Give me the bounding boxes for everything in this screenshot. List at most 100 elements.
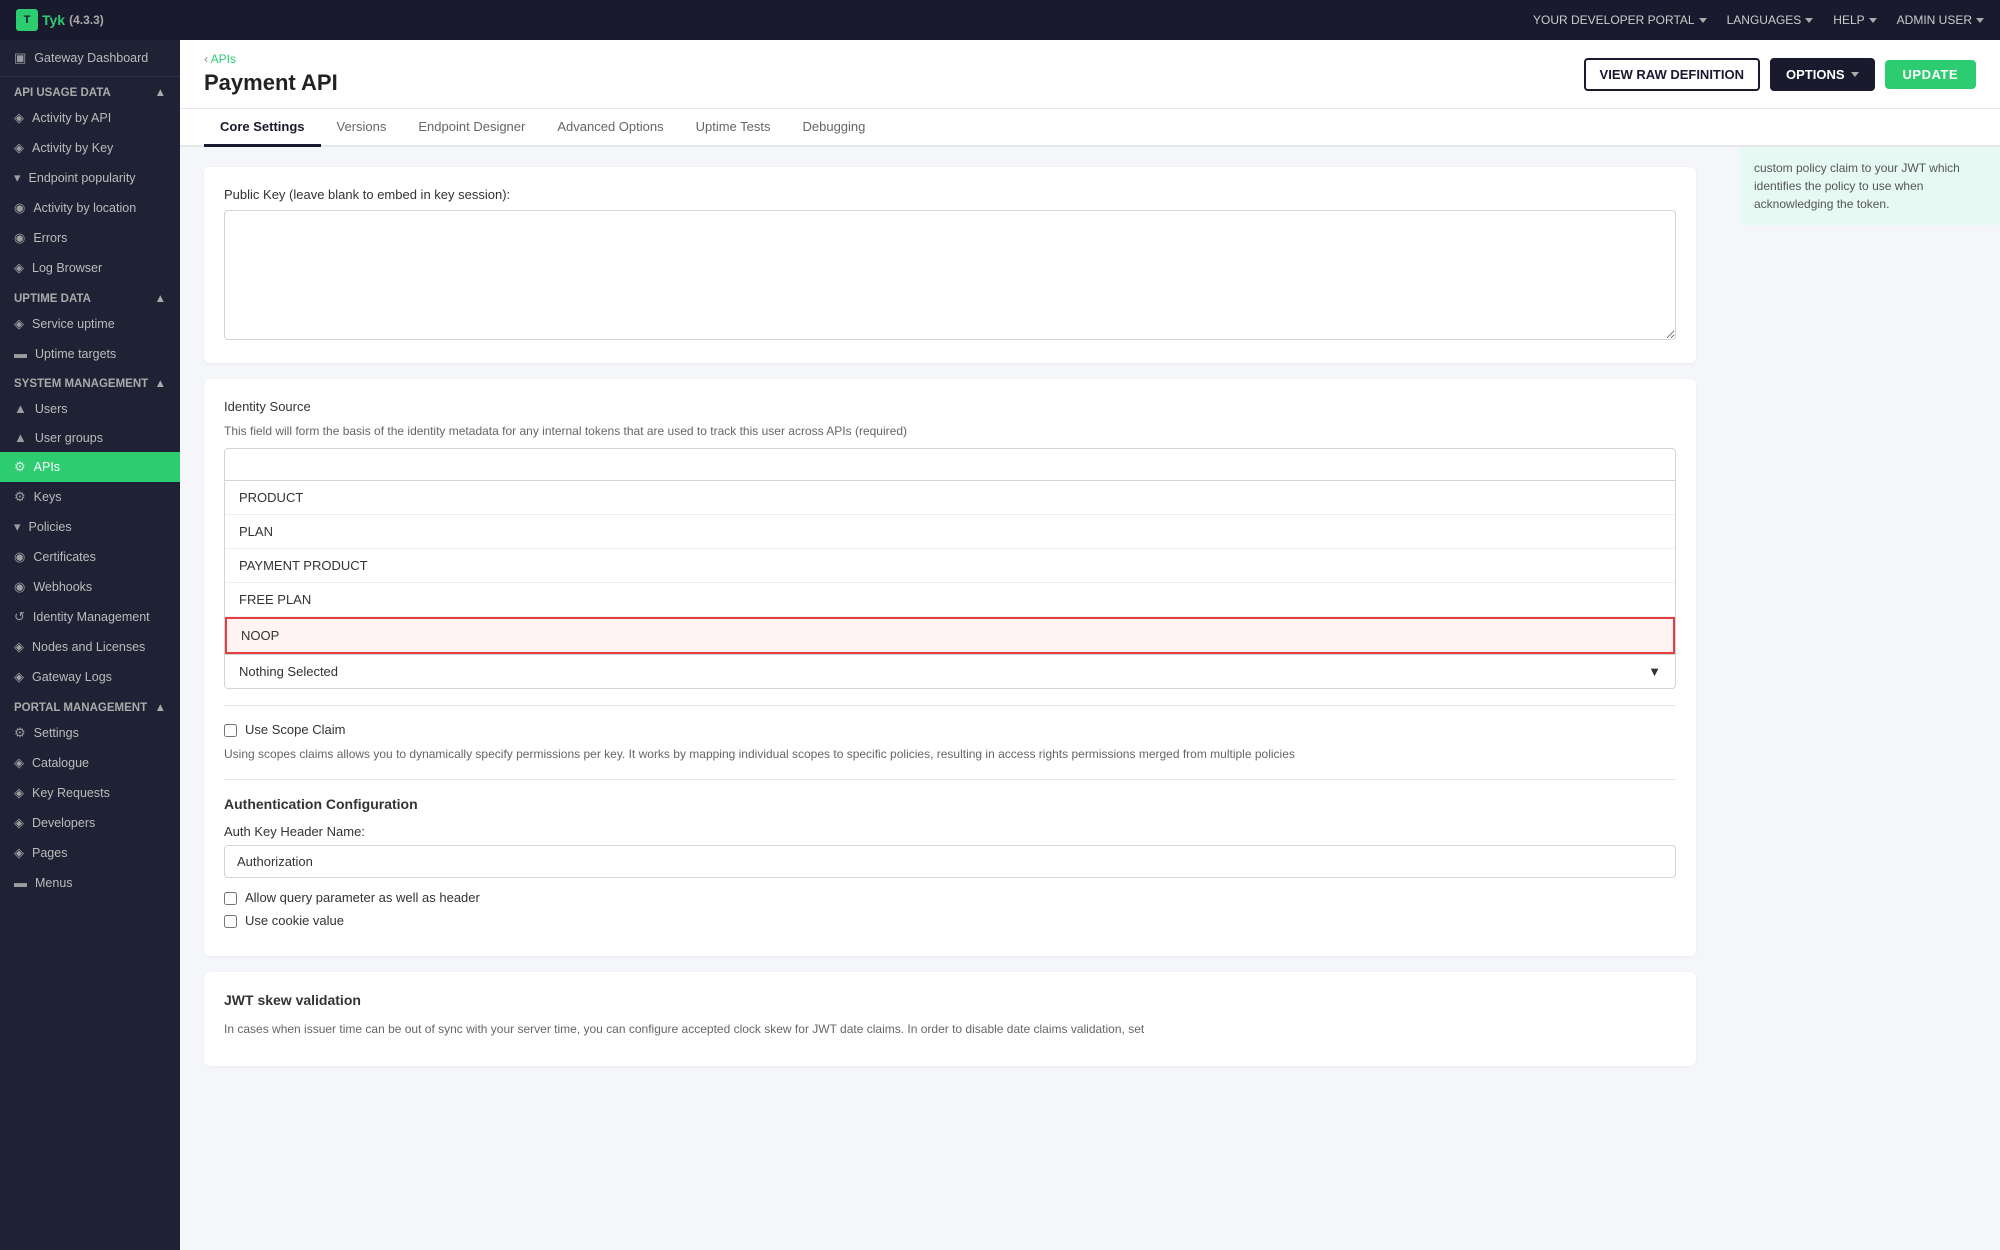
portal-collapse-icon: ▲ [155, 702, 166, 714]
sidebar-item-activity-key[interactable]: ◈ Activity by Key [0, 133, 180, 163]
allow-query-param-label[interactable]: Allow query parameter as well as header [245, 890, 480, 905]
endpoint-icon: ▾ [14, 170, 21, 186]
options-button[interactable]: OPTIONS [1770, 58, 1875, 91]
sidebar-item-nodes-licenses[interactable]: ◈ Nodes and Licenses [0, 632, 180, 662]
tyk-logo: T Tyk (4.3.3) [16, 9, 104, 31]
dropdown-option-payment-product[interactable]: PAYMENT PRODUCT [225, 549, 1675, 583]
sidebar-item-activity-location[interactable]: ◉ Activity by location [0, 193, 180, 223]
page-title: Payment API [204, 70, 338, 96]
tab-advanced-options[interactable]: Advanced Options [541, 109, 679, 147]
use-scope-claim-label[interactable]: Use Scope Claim [245, 722, 345, 737]
view-raw-button[interactable]: VIEW RAW DEFINITION [1584, 58, 1760, 91]
content-with-panel: Public Key (leave blank to embed in key … [180, 147, 2000, 1102]
user-groups-icon: ▲ [14, 430, 27, 445]
sidebar-item-settings[interactable]: ⚙ Settings [0, 718, 180, 748]
sidebar-item-policies[interactable]: ▾ Policies [0, 512, 180, 542]
allow-query-param-checkbox[interactable] [224, 892, 237, 905]
use-scope-claim-checkbox[interactable] [224, 724, 237, 737]
sidebar-item-menus[interactable]: ▬ Menus [0, 868, 180, 897]
sidebar-item-users[interactable]: ▲ Users [0, 394, 180, 423]
portal-chevron-icon [1699, 18, 1707, 23]
sidebar-item-catalogue[interactable]: ◈ Catalogue [0, 748, 180, 778]
sidebar-item-gateway-dashboard[interactable]: ▣ Gateway Dashboard [0, 40, 180, 77]
uptime-targets-icon: ▬ [14, 346, 27, 361]
identity-source-label: Identity Source [224, 399, 1676, 414]
admin-chevron-icon [1976, 18, 1984, 23]
tab-debugging[interactable]: Debugging [787, 109, 882, 147]
sidebar-item-user-groups[interactable]: ▲ User groups [0, 423, 180, 452]
system-collapse-icon: ▲ [155, 378, 166, 390]
sidebar-item-errors[interactable]: ◉ Errors [0, 223, 180, 253]
languages-chevron-icon [1805, 18, 1813, 23]
dropdown-options-list: PRODUCT PLAN PAYMENT PRODUCT FREE PLAN N… [224, 480, 1676, 655]
update-button[interactable]: UPDATE [1885, 60, 1976, 89]
sidebar-item-pages[interactable]: ◈ Pages [0, 838, 180, 868]
public-key-label: Public Key (leave blank to embed in key … [224, 187, 1676, 202]
uptime-collapse-icon: ▲ [155, 293, 166, 305]
sidebar-item-identity-management[interactable]: ↺ Identity Management [0, 602, 180, 632]
developer-portal-nav[interactable]: YOUR DEVELOPER PORTAL [1533, 13, 1707, 27]
jwt-skew-title: JWT skew validation [224, 992, 1676, 1008]
dropdown-option-noop[interactable]: NOOP [225, 617, 1675, 654]
identity-icon: ↺ [14, 609, 25, 625]
page-header: ‹ APIs Payment API VIEW RAW DEFINITION O… [180, 40, 2000, 109]
sidebar-item-service-uptime[interactable]: ◈ Service uptime [0, 309, 180, 339]
top-navigation: T Tyk (4.3.3) YOUR DEVELOPER PORTAL LANG… [0, 0, 2000, 40]
menus-icon: ▬ [14, 875, 27, 890]
main-layout: ▣ Gateway Dashboard API Usage Data ▲ ◈ A… [0, 40, 2000, 1250]
activity-key-icon: ◈ [14, 140, 24, 156]
sidebar-item-key-requests[interactable]: ◈ Key Requests [0, 778, 180, 808]
languages-nav[interactable]: LANGUAGES [1727, 13, 1814, 27]
sidebar-item-gateway-logs[interactable]: ◈ Gateway Logs [0, 662, 180, 692]
public-key-section: Public Key (leave blank to embed in key … [204, 167, 1696, 363]
help-chevron-icon [1869, 18, 1877, 23]
tab-core-settings[interactable]: Core Settings [204, 109, 321, 147]
sidebar-item-activity-api[interactable]: ◈ Activity by API [0, 103, 180, 133]
sidebar-item-webhooks[interactable]: ◉ Webhooks [0, 572, 180, 602]
sidebar-item-keys[interactable]: ⚙ Keys [0, 482, 180, 512]
gateway-logs-icon: ◈ [14, 669, 24, 685]
jwt-skew-section: JWT skew validation In cases when issuer… [204, 972, 1696, 1066]
sidebar-section-system[interactable]: System Management ▲ [0, 368, 180, 394]
sidebar-item-endpoint-popularity[interactable]: ▾ Endpoint popularity [0, 163, 180, 193]
pages-icon: ◈ [14, 845, 24, 861]
sidebar-section-uptime[interactable]: Uptime Data ▲ [0, 283, 180, 309]
dropdown-option-free-plan[interactable]: FREE PLAN [225, 583, 1675, 617]
users-icon: ▲ [14, 401, 27, 416]
tabs-bar: Core Settings Versions Endpoint Designer… [180, 109, 2000, 147]
sidebar-item-apis[interactable]: ⚙ APIs [0, 452, 180, 482]
activity-api-icon: ◈ [14, 110, 24, 126]
help-nav[interactable]: HELP [1833, 13, 1876, 27]
auth-key-header-input[interactable]: Authorization [224, 845, 1676, 878]
info-box-text: custom policy claim to your JWT which id… [1754, 161, 1960, 211]
dropdown-selected-value[interactable]: Nothing Selected ▼ [224, 655, 1676, 689]
content-area: ‹ APIs Payment API VIEW RAW DEFINITION O… [180, 40, 2000, 1250]
log-browser-icon: ◈ [14, 260, 24, 276]
use-cookie-checkbox[interactable] [224, 915, 237, 928]
breadcrumb[interactable]: ‹ APIs [204, 52, 338, 66]
certificates-icon: ◉ [14, 549, 25, 565]
dropdown-option-plan[interactable]: PLAN [225, 515, 1675, 549]
sidebar-item-developers[interactable]: ◈ Developers [0, 808, 180, 838]
right-panel: custom policy claim to your JWT which id… [1720, 147, 2000, 1102]
breadcrumb-apis-link[interactable]: APIs [211, 52, 236, 66]
tab-uptime-tests[interactable]: Uptime Tests [680, 109, 787, 147]
errors-icon: ◉ [14, 230, 25, 246]
sidebar-item-uptime-targets[interactable]: ▬ Uptime targets [0, 339, 180, 368]
collapse-icon: ▲ [155, 87, 166, 99]
sidebar-section-api-usage[interactable]: API Usage Data ▲ [0, 77, 180, 103]
keys-icon: ⚙ [14, 489, 26, 505]
identity-source-search[interactable] [224, 448, 1676, 480]
use-cookie-label[interactable]: Use cookie value [245, 913, 344, 928]
sidebar-item-log-browser[interactable]: ◈ Log Browser [0, 253, 180, 283]
app-version: (4.3.3) [69, 13, 104, 27]
tab-versions[interactable]: Versions [321, 109, 403, 147]
tab-endpoint-designer[interactable]: Endpoint Designer [402, 109, 541, 147]
admin-user-nav[interactable]: ADMIN USER [1897, 13, 1984, 27]
sidebar-item-certificates[interactable]: ◉ Certificates [0, 542, 180, 572]
allow-query-param-row: Allow query parameter as well as header [224, 890, 1676, 905]
sidebar-section-portal[interactable]: Portal Management ▲ [0, 692, 180, 718]
public-key-textarea[interactable] [224, 210, 1676, 340]
dropdown-option-product[interactable]: PRODUCT [225, 481, 1675, 515]
divider2 [224, 779, 1676, 780]
